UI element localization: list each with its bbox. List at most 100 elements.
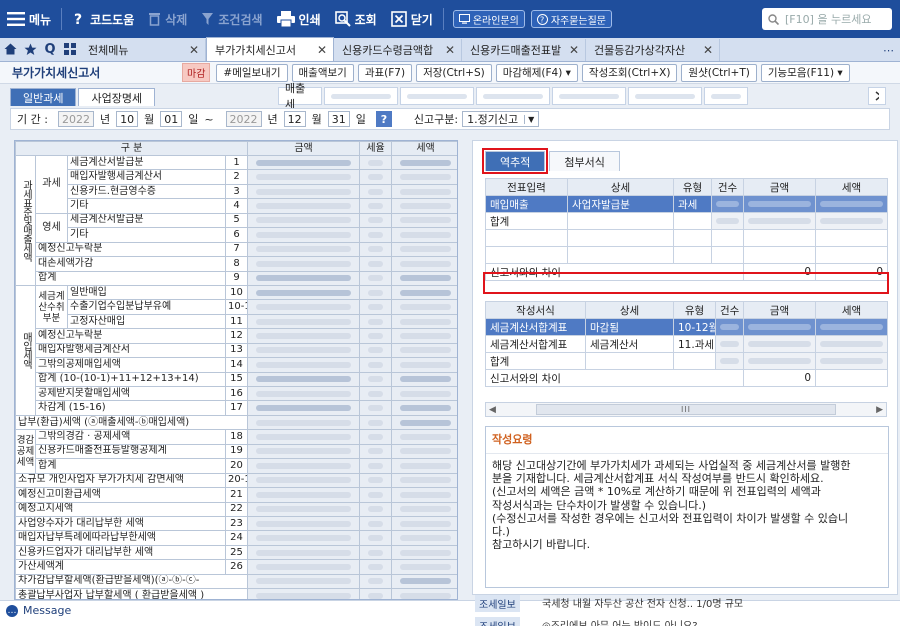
amount-cell[interactable] bbox=[247, 227, 361, 243]
tax-cell[interactable] bbox=[391, 183, 457, 200]
tab-close-icon[interactable]: ✕ bbox=[445, 43, 455, 57]
tax-cell[interactable] bbox=[391, 429, 457, 445]
tab-business-detail[interactable]: 사업장명세 bbox=[78, 88, 156, 106]
amount-cell[interactable] bbox=[247, 270, 361, 286]
tax-cell[interactable] bbox=[391, 198, 457, 214]
amount-cell[interactable] bbox=[247, 328, 361, 344]
unlock-deadline-button[interactable]: 마감해제(F4) ▾ bbox=[495, 63, 578, 82]
tab-all-menu[interactable]: 전체메뉴 ✕ bbox=[80, 39, 206, 61]
tax-cell[interactable] bbox=[391, 299, 457, 315]
tab-scroll-right-icon[interactable] bbox=[868, 87, 886, 105]
ghost-tab[interactable] bbox=[324, 87, 398, 105]
condsearch-button[interactable]: 조건검색 bbox=[194, 0, 269, 38]
amount-cell[interactable] bbox=[247, 169, 361, 185]
tab-close-icon[interactable]: ✕ bbox=[569, 43, 579, 57]
amount-cell[interactable] bbox=[247, 429, 361, 445]
ghost-tab[interactable] bbox=[704, 87, 748, 105]
amount-cell[interactable] bbox=[247, 458, 361, 474]
news-headline[interactable]: ◎조리에보 아무 어는 박이드 아니요? bbox=[542, 617, 698, 626]
tax-cell[interactable] bbox=[391, 414, 457, 431]
amount-cell[interactable] bbox=[247, 573, 361, 590]
star-icon[interactable] bbox=[20, 37, 40, 61]
tax-cell[interactable] bbox=[391, 559, 457, 575]
tax-cell[interactable] bbox=[391, 443, 457, 460]
send-email-button[interactable]: #메일보내기 bbox=[216, 63, 288, 82]
tab-vat-return[interactable]: 부가가치세신고서 ✕ bbox=[206, 37, 334, 61]
tax-cell[interactable] bbox=[391, 256, 457, 272]
tab-more-button[interactable]: ⋯ bbox=[875, 39, 900, 61]
amount-cell[interactable] bbox=[247, 588, 361, 599]
view-sales-button[interactable]: 매출액보기 bbox=[291, 63, 354, 82]
tab-sales-tax[interactable]: 매출세 bbox=[278, 82, 322, 111]
amount-cell[interactable] bbox=[247, 559, 361, 575]
amount-cell[interactable] bbox=[247, 183, 361, 200]
tax-cell[interactable] bbox=[391, 515, 457, 532]
tax-cell[interactable] bbox=[391, 357, 457, 373]
end-month-field[interactable]: 12 bbox=[283, 111, 306, 127]
table-row[interactable]: 매입매출 사업자발급분 과세 bbox=[485, 195, 888, 213]
amount-cell[interactable] bbox=[247, 198, 361, 214]
tax-cell[interactable] bbox=[391, 472, 457, 489]
end-day-field[interactable]: 31 bbox=[327, 111, 350, 127]
tax-cell[interactable] bbox=[391, 154, 457, 171]
codehelp-button[interactable]: ? 코드도움 bbox=[65, 0, 141, 38]
amount-cell[interactable] bbox=[247, 487, 361, 503]
tab-close-icon[interactable]: ✕ bbox=[317, 43, 327, 57]
amount-cell[interactable] bbox=[247, 515, 361, 532]
tax-cell[interactable] bbox=[391, 284, 457, 301]
tax-cell[interactable] bbox=[391, 458, 457, 474]
amount-cell[interactable] bbox=[247, 385, 361, 402]
ghost-tab[interactable] bbox=[628, 87, 702, 105]
amount-cell[interactable] bbox=[247, 299, 361, 315]
amount-cell[interactable] bbox=[247, 414, 361, 431]
tax-cell[interactable] bbox=[391, 544, 457, 561]
tax-cell[interactable] bbox=[391, 313, 457, 330]
amount-cell[interactable] bbox=[247, 501, 361, 517]
amount-cell[interactable] bbox=[247, 400, 361, 416]
oneshot-button[interactable]: 원샷(Ctrl+T) bbox=[681, 63, 757, 82]
tax-base-button[interactable]: 과표(F7) bbox=[357, 63, 413, 82]
scroll-thumb[interactable]: III bbox=[536, 404, 836, 415]
faq-button[interactable]: ? 자주묻는질문 bbox=[530, 10, 613, 28]
amount-cell[interactable] bbox=[247, 544, 361, 561]
ghost-tab[interactable] bbox=[552, 87, 626, 105]
tax-cell[interactable] bbox=[391, 241, 457, 258]
tax-cell[interactable] bbox=[391, 588, 457, 599]
news-headline[interactable]: 국세청 내월 자두산 공산 전자 신청.. 1/0명 규모 bbox=[542, 595, 743, 610]
tab-card-receipt[interactable]: 신용카드수령금액합 ✕ bbox=[334, 39, 462, 61]
tax-cell[interactable] bbox=[391, 371, 457, 388]
amount-cell[interactable] bbox=[247, 472, 361, 489]
tab-depreciable-assets[interactable]: 건물등감가상각자산 ✕ bbox=[586, 39, 720, 61]
amount-cell[interactable] bbox=[247, 371, 361, 388]
print-button[interactable]: 인쇄 bbox=[270, 0, 328, 38]
amount-cell[interactable] bbox=[247, 256, 361, 272]
amount-cell[interactable] bbox=[247, 530, 361, 546]
table-row[interactable]: 세금계산서합계표 세금계산서 11.과세 bbox=[485, 335, 888, 353]
view-button[interactable]: 조회 bbox=[328, 0, 384, 38]
menu-button[interactable]: 메뉴 bbox=[0, 0, 58, 38]
grid-icon[interactable] bbox=[60, 37, 80, 61]
start-day-field[interactable]: 01 bbox=[160, 111, 183, 127]
amount-cell[interactable] bbox=[247, 284, 361, 301]
tab-close-icon[interactable]: ✕ bbox=[189, 43, 199, 57]
tax-cell[interactable] bbox=[391, 169, 457, 185]
tab-card-sales[interactable]: 신용카드매출전표발 ✕ bbox=[462, 39, 586, 61]
start-month-field[interactable]: 10 bbox=[116, 111, 139, 127]
amount-cell[interactable] bbox=[247, 357, 361, 373]
amount-cell[interactable] bbox=[247, 154, 361, 171]
scroll-right-icon[interactable]: ▶ bbox=[876, 405, 883, 415]
amount-cell[interactable] bbox=[247, 212, 361, 229]
ghost-tab[interactable] bbox=[400, 87, 474, 105]
close-button[interactable]: 닫기 bbox=[384, 0, 440, 38]
scroll-left-icon[interactable]: ◀ bbox=[489, 405, 496, 415]
table-row[interactable]: 세금계산서합계표 마감됨 10-12월 bbox=[485, 318, 888, 336]
ghost-tab[interactable] bbox=[476, 87, 550, 105]
tax-cell[interactable] bbox=[391, 342, 457, 359]
amount-cell[interactable] bbox=[247, 443, 361, 460]
compose-view-button[interactable]: 작성조회(Ctrl+X) bbox=[581, 63, 678, 82]
save-button[interactable]: 저장(Ctrl+S) bbox=[416, 63, 492, 82]
amount-cell[interactable] bbox=[247, 313, 361, 330]
quick-q-icon[interactable]: Q bbox=[40, 37, 60, 61]
tax-cell[interactable] bbox=[391, 385, 457, 402]
tax-cell[interactable] bbox=[391, 530, 457, 546]
